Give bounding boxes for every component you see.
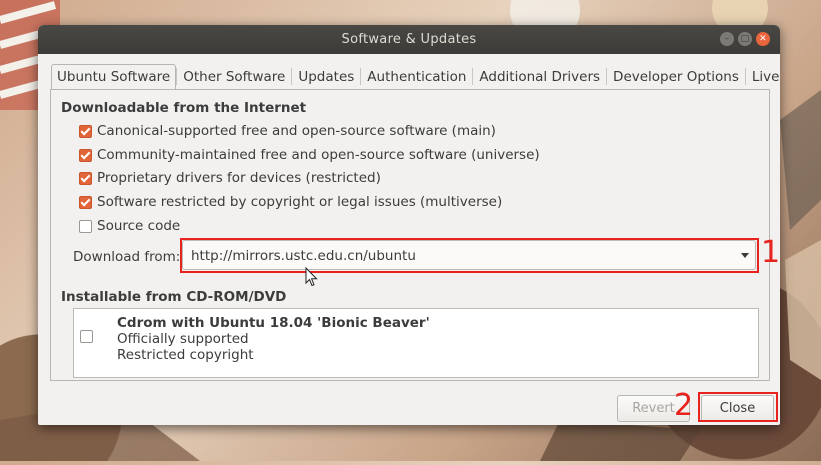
- annotation-box-1: [180, 238, 759, 273]
- software-updates-window: Software & Updates – □ ✕ Ubuntu Software…: [38, 25, 780, 425]
- tab-additional-drivers[interactable]: Additional Drivers: [473, 64, 606, 89]
- tab-other-software[interactable]: Other Software: [177, 64, 291, 89]
- checkbox-multiverse[interactable]: [79, 195, 92, 209]
- option-source-code[interactable]: Source code: [79, 218, 180, 234]
- tab-developer-options[interactable]: Developer Options: [607, 64, 745, 89]
- title-bar[interactable]: Software & Updates – □ ✕: [38, 25, 780, 54]
- cdrom-item-line2: Restricted copyright: [117, 347, 254, 363]
- tab-ubuntu-software[interactable]: Ubuntu Software: [51, 64, 177, 89]
- option-main[interactable]: Canonical-supported free and open-source…: [79, 123, 496, 139]
- option-multiverse[interactable]: Software restricted by copyright or lega…: [79, 194, 502, 210]
- annotation-box-2: [698, 392, 778, 422]
- downloadable-heading: Downloadable from the Internet: [61, 100, 307, 116]
- option-restricted-label: Proprietary drivers for devices (restric…: [97, 170, 381, 186]
- checkbox-main[interactable]: [79, 124, 92, 138]
- annotation-marker-2: 2: [674, 388, 694, 423]
- option-source-code-label: Source code: [97, 218, 181, 234]
- cdrom-item-line1: Officially supported: [117, 331, 249, 347]
- minimize-icon[interactable]: –: [720, 32, 734, 46]
- option-restricted[interactable]: Proprietary drivers for devices (restric…: [79, 170, 381, 186]
- mouse-pointer-icon: [305, 266, 318, 291]
- option-universe-label: Community-maintained free and open-sourc…: [97, 147, 540, 163]
- annotation-marker-1: 1: [761, 235, 781, 270]
- download-from-label: Download from:: [73, 249, 181, 265]
- cdrom-item-title: Cdrom with Ubuntu 18.04 'Bionic Beaver': [117, 315, 430, 331]
- cdrom-heading: Installable from CD-ROM/DVD: [61, 289, 287, 305]
- maximize-icon[interactable]: □: [738, 32, 752, 46]
- option-multiverse-label: Software restricted by copyright or lega…: [97, 194, 503, 210]
- option-main-label: Canonical-supported free and open-source…: [97, 123, 496, 139]
- checkbox-universe[interactable]: [79, 148, 92, 162]
- option-universe[interactable]: Community-maintained free and open-sourc…: [79, 147, 540, 163]
- close-window-icon[interactable]: ✕: [756, 32, 770, 46]
- ubuntu-software-panel: Downloadable from the Internet Canonical…: [50, 89, 770, 381]
- window-title: Software & Updates: [341, 32, 477, 47]
- tab-livepatch[interactable]: Livepatch: [746, 64, 780, 89]
- tab-bar: Ubuntu Software Other Software Updates A…: [51, 64, 780, 89]
- tab-authentication[interactable]: Authentication: [361, 64, 472, 89]
- window-controls: – □ ✕: [720, 32, 770, 46]
- checkbox-restricted[interactable]: [79, 171, 92, 185]
- checkbox-source-code[interactable]: [79, 219, 92, 233]
- checkbox-cdrom[interactable]: [80, 330, 93, 343]
- cdrom-item[interactable]: Cdrom with Ubuntu 18.04 'Bionic Beaver' …: [117, 315, 430, 363]
- tab-updates[interactable]: Updates: [292, 64, 360, 89]
- cdrom-list: Cdrom with Ubuntu 18.04 'Bionic Beaver' …: [73, 308, 759, 378]
